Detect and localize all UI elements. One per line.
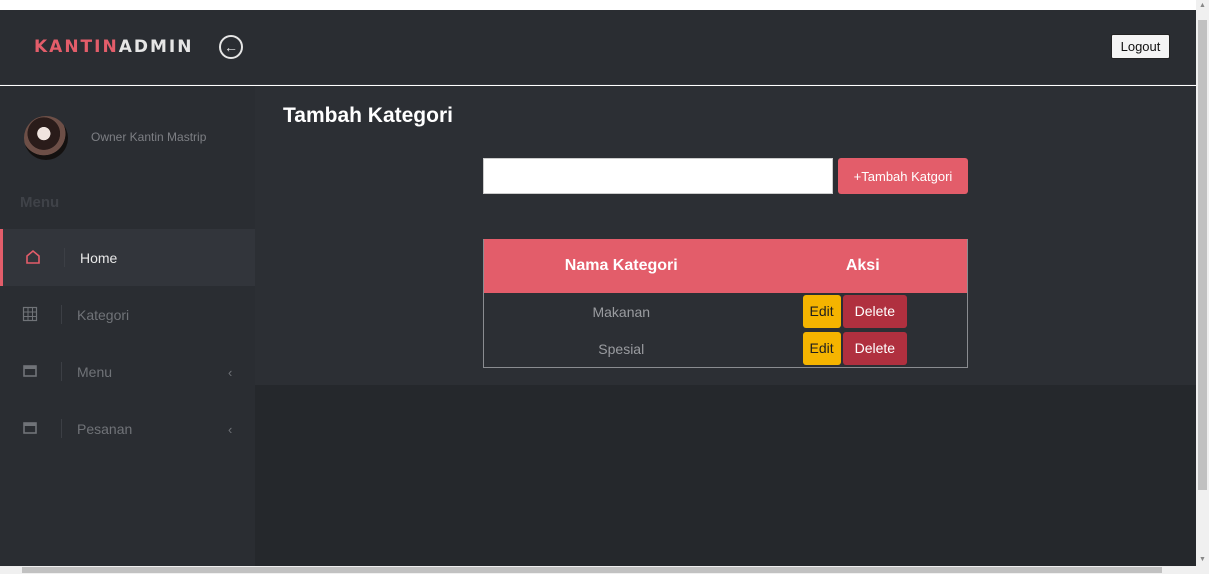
menu-heading: Menu [20,194,60,211]
category-name-input[interactable] [483,158,833,194]
sidebar-toggle-arrow-icon[interactable]: ← [219,35,243,59]
sidebar-item-label: Menu [77,364,113,380]
page-title: Tambah Kategori [283,104,453,127]
table-row: Makanan Edit Delete [484,293,968,330]
sidebar-item-kategori[interactable]: Kategori [0,286,255,343]
category-name-cell: Spesial [598,340,645,357]
content-footer-area [255,385,1196,566]
sidebar-item-label: Home [80,250,118,266]
table-header: Nama Kategori Aksi [483,239,968,293]
table-row: Spesial Edit Delete [484,330,968,367]
chevron-left-icon: ‹ [228,422,233,437]
nav-separator [64,248,65,267]
sidebar-item-menu[interactable]: Menu ‹ [0,343,255,400]
grid-icon [22,306,38,322]
scroll-up-arrow-icon[interactable]: ▲ [1199,2,1206,9]
horizontal-scrollbar-thumb[interactable] [22,567,1162,573]
logout-button[interactable]: Logout [1111,34,1170,59]
window-icon [23,365,37,377]
edit-button[interactable]: Edit [802,332,841,366]
scroll-down-arrow-icon[interactable]: ▼ [1199,556,1206,563]
column-header-aksi: Aksi [845,257,880,274]
delete-button[interactable]: Delete [842,332,908,366]
window-icon [23,422,37,434]
vertical-scrollbar-thumb[interactable] [1198,20,1207,490]
top-navbar: KANTINADMIN ← Logout [0,10,1196,85]
actions-cell: Edit Delete [759,293,968,330]
user-name: Owner Kantin Mastrip [91,130,207,144]
brand-logo-part1: KANTIN [34,37,119,57]
nav-separator [61,305,62,324]
category-table: Nama Kategori Aksi Makanan Edit Delete Sp… [483,239,968,368]
brand-logo-part2: ADMIN [118,37,194,57]
nav-separator [61,419,62,438]
sidebar: Owner Kantin Mastrip Menu Home Kategori … [0,86,255,566]
home-icon [26,249,40,264]
add-category-button[interactable]: +Tambah Katgori [838,158,968,194]
sidebar-item-label: Kategori [77,307,130,323]
sidebar-item-home[interactable]: Home [0,229,255,286]
brand-logo[interactable]: KANTINADMIN [34,37,193,57]
sidebar-item-pesanan[interactable]: Pesanan ‹ [0,400,255,457]
edit-button[interactable]: Edit [802,295,841,329]
actions-cell: Edit Delete [759,330,968,367]
column-header-nama-kategori: Nama Kategori [564,257,678,274]
nav-separator [61,362,62,381]
avatar [24,116,68,160]
category-name-cell: Makanan [592,303,651,320]
top-strip [0,0,1196,10]
sidebar-item-label: Pesanan [77,421,133,437]
chevron-left-icon: ‹ [228,365,233,380]
delete-button[interactable]: Delete [842,295,908,329]
